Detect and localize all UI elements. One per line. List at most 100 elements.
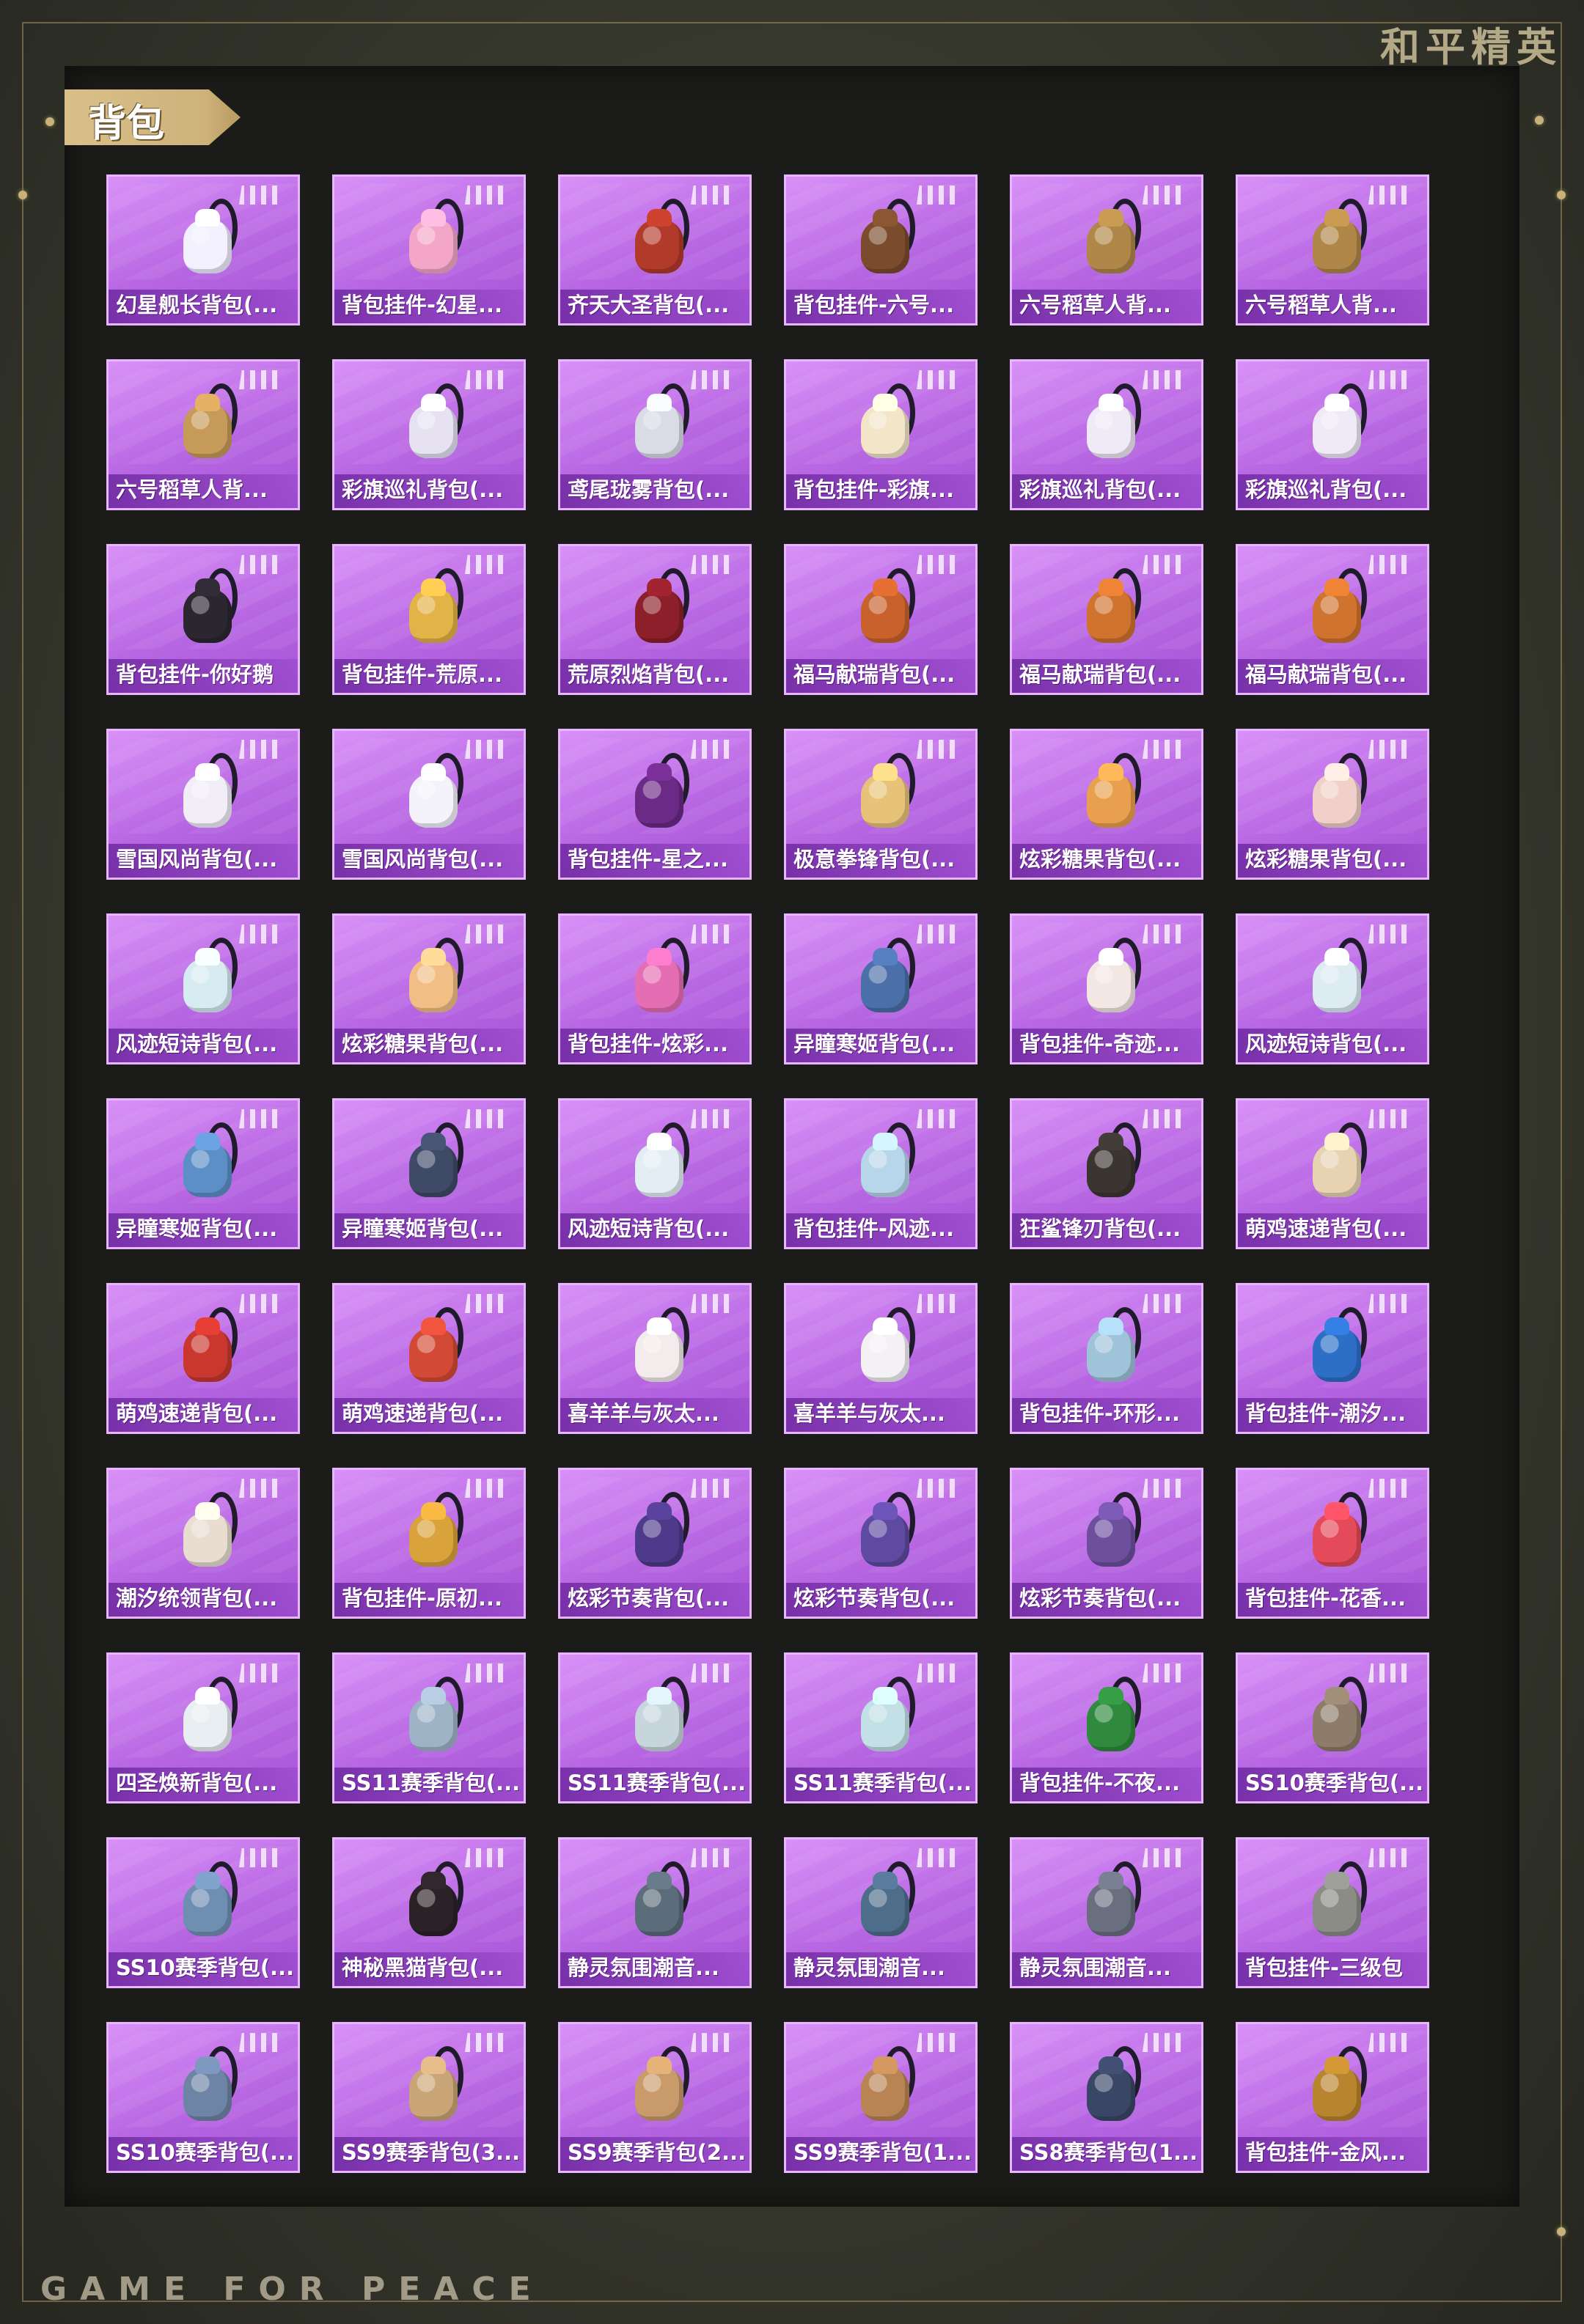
item-label: 背包挂件-奇迹...: [1019, 1032, 1181, 1056]
item-card[interactable]: 荒原烈焰背包(...: [558, 544, 752, 695]
item-card[interactable]: 背包挂件-你好鹅: [106, 544, 300, 695]
rarity-bars: [917, 740, 961, 759]
item-card[interactable]: 神秘黑猫背包(...: [332, 1837, 526, 1988]
item-card[interactable]: 风迹短诗背包(...: [558, 1098, 752, 1249]
item-card[interactable]: 静灵氛围潮音...: [1010, 1837, 1203, 1988]
item-card[interactable]: 极意拳锋背包(...: [784, 729, 978, 880]
item-card[interactable]: 炫彩节奏背包(...: [784, 1468, 978, 1619]
item-label: 彩旗巡礼背包(...: [342, 477, 504, 502]
item-card[interactable]: SS9赛季背包(1...: [784, 2022, 978, 2173]
item-card[interactable]: 背包挂件-环形...: [1010, 1283, 1203, 1434]
item-card[interactable]: 炫彩糖果背包(...: [1010, 729, 1203, 880]
item-card[interactable]: 潮汐统领背包(...: [106, 1468, 300, 1619]
pack-body-icon: [1313, 1512, 1361, 1567]
item-label: SS11赛季背包(...: [342, 1770, 519, 1795]
item-card[interactable]: 六号稻草人背...: [106, 359, 300, 510]
pack-top-icon: [873, 2056, 898, 2074]
item-card[interactable]: 喜羊羊与灰太...: [558, 1283, 752, 1434]
item-card[interactable]: SS9赛季背包(2...: [558, 2022, 752, 2173]
pack-body-icon: [183, 1143, 232, 1197]
item-card[interactable]: 背包挂件-三级包: [1236, 1837, 1429, 1988]
item-card[interactable]: 背包挂件-风迹...: [784, 1098, 978, 1249]
item-card[interactable]: 背包挂件-金风...: [1236, 2022, 1429, 2173]
item-card[interactable]: 雪国风尚背包(...: [106, 729, 300, 880]
item-card[interactable]: 炫彩糖果背包(...: [332, 913, 526, 1064]
item-card[interactable]: 静灵氛围潮音...: [558, 1837, 752, 1988]
pack-top-icon: [421, 578, 446, 596]
item-card[interactable]: 静灵氛围潮音...: [784, 1837, 978, 1988]
item-card[interactable]: SS11赛季背包(...: [332, 1652, 526, 1803]
item-card[interactable]: 背包挂件-奇迹...: [1010, 913, 1203, 1064]
item-card[interactable]: 四圣焕新背包(...: [106, 1652, 300, 1803]
item-card[interactable]: 萌鸡速递背包(...: [332, 1283, 526, 1434]
item-card[interactable]: 背包挂件-星之...: [558, 729, 752, 880]
item-card[interactable]: 彩旗巡礼背包(...: [1010, 359, 1203, 510]
item-card[interactable]: 雪国风尚背包(...: [332, 729, 526, 880]
item-card[interactable]: 幻星舰长背包(...: [106, 174, 300, 326]
item-card[interactable]: 六号稻草人背...: [1236, 174, 1429, 326]
backpack-icon: [628, 750, 691, 832]
item-card[interactable]: 背包挂件-花香...: [1236, 1468, 1429, 1619]
item-card[interactable]: SS8赛季背包(1...: [1010, 2022, 1203, 2173]
item-card[interactable]: SS10赛季背包(...: [106, 1837, 300, 1988]
item-card[interactable]: 背包挂件-荒原...: [332, 544, 526, 695]
item-card[interactable]: 异瞳寒姬背包(...: [332, 1098, 526, 1249]
item-card[interactable]: SS10赛季背包(...: [106, 2022, 300, 2173]
item-card[interactable]: 萌鸡速递背包(...: [106, 1283, 300, 1434]
rarity-bars: [465, 924, 509, 944]
item-card[interactable]: 背包挂件-彩旗...: [784, 359, 978, 510]
pack-body-icon: [409, 589, 458, 643]
rarity-bars: [239, 1294, 283, 1313]
pack-body-icon: [1087, 1882, 1135, 1936]
item-card[interactable]: 彩旗巡礼背包(...: [332, 359, 526, 510]
item-card[interactable]: 福马献瑞背包(...: [1010, 544, 1203, 695]
item-card[interactable]: 福马献瑞背包(...: [1236, 544, 1429, 695]
item-card[interactable]: 炫彩节奏背包(...: [1010, 1468, 1203, 1619]
item-card[interactable]: 背包挂件-原初...: [332, 1468, 526, 1619]
pack-top-icon: [1324, 578, 1349, 596]
item-label: 异瞳寒姬背包(...: [116, 1216, 278, 1241]
item-card[interactable]: SS11赛季背包(...: [558, 1652, 752, 1803]
pack-body-icon: [183, 2067, 232, 2121]
rarity-bars: [1143, 2033, 1187, 2052]
item-card[interactable]: 背包挂件-幻星...: [332, 174, 526, 326]
backpack-icon: [854, 750, 917, 832]
backpack-icon: [854, 2043, 917, 2125]
item-card[interactable]: 炫彩节奏背包(...: [558, 1468, 752, 1619]
item-card[interactable]: 彩旗巡礼背包(...: [1236, 359, 1429, 510]
item-card[interactable]: 福马献瑞背包(...: [784, 544, 978, 695]
item-card[interactable]: 风迹短诗背包(...: [106, 913, 300, 1064]
pack-body-icon: [861, 1697, 909, 1751]
item-card[interactable]: 炫彩糖果背包(...: [1236, 729, 1429, 880]
item-card[interactable]: 背包挂件-六号...: [784, 174, 978, 326]
item-card[interactable]: 六号稻草人背...: [1010, 174, 1203, 326]
item-card[interactable]: 鸢尾珑雾背包(...: [558, 359, 752, 510]
pack-top-icon: [647, 763, 672, 781]
item-card[interactable]: 风迹短诗背包(...: [1236, 913, 1429, 1064]
item-card[interactable]: SS9赛季背包(3...: [332, 2022, 526, 2173]
rarity-bars: [239, 1479, 283, 1498]
item-card[interactable]: SS10赛季背包(...: [1236, 1652, 1429, 1803]
pack-top-icon: [873, 1133, 898, 1150]
item-card[interactable]: 齐天大圣背包(...: [558, 174, 752, 326]
pack-top-icon: [195, 948, 220, 966]
item-card[interactable]: SS11赛季背包(...: [784, 1652, 978, 1803]
item-label: SS10赛季背包(...: [1245, 1770, 1423, 1795]
item-card[interactable]: 异瞳寒姬背包(...: [106, 1098, 300, 1249]
item-label: 炫彩节奏背包(...: [793, 1586, 956, 1611]
item-card[interactable]: 背包挂件-潮汐...: [1236, 1283, 1429, 1434]
item-label: 背包挂件-不夜...: [1019, 1770, 1181, 1795]
rarity-bars: [1368, 1109, 1412, 1128]
item-card[interactable]: 异瞳寒姬背包(...: [784, 913, 978, 1064]
pack-top-icon: [1324, 1133, 1349, 1150]
item-card[interactable]: 背包挂件-炫彩...: [558, 913, 752, 1064]
item-card[interactable]: 萌鸡速递背包(...: [1236, 1098, 1429, 1249]
rarity-bars: [1143, 1848, 1187, 1867]
backpack-icon: [176, 1119, 239, 1202]
rarity-bars: [465, 1294, 509, 1313]
item-card[interactable]: 狂鲨锋刃背包(...: [1010, 1098, 1203, 1249]
item-card[interactable]: 喜羊羊与灰太...: [784, 1283, 978, 1434]
item-card[interactable]: 背包挂件-不夜...: [1010, 1652, 1203, 1803]
rarity-bars: [465, 1848, 509, 1867]
item-label: 背包挂件-炫彩...: [568, 1032, 729, 1056]
